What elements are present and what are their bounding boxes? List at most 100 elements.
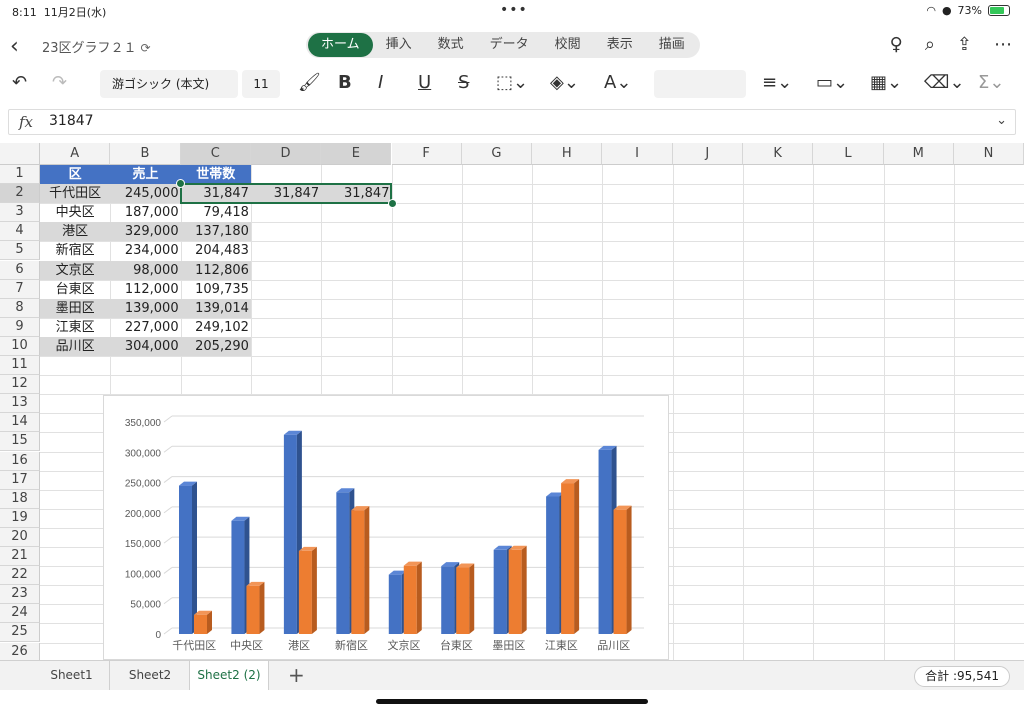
column-header-I[interactable]: I (602, 143, 673, 165)
tab-2[interactable]: 数式 (425, 33, 477, 57)
row-header-5[interactable]: 5 (0, 241, 40, 261)
redo-icon[interactable]: ↷ (52, 72, 67, 93)
chevron-down-icon[interactable]: ⌄ (996, 113, 1007, 128)
formula-value[interactable]: 31847 (49, 113, 94, 129)
row-header-3[interactable]: 3 (0, 203, 40, 223)
tab-6[interactable]: 描画 (646, 33, 698, 57)
row-header-4[interactable]: 4 (0, 222, 40, 242)
cell-B7[interactable]: 112,000 (110, 280, 180, 299)
cell-B1[interactable]: 売上 (110, 165, 181, 184)
more-icon[interactable]: ⋯ (994, 34, 1012, 55)
row-header-15[interactable]: 15 (0, 432, 40, 452)
row-header-8[interactable]: 8 (0, 298, 40, 318)
cell-B6[interactable]: 98,000 (110, 260, 181, 280)
row-header-1[interactable]: 1 (0, 165, 40, 185)
column-header-D[interactable]: D (250, 143, 322, 165)
tab-3[interactable]: データ (477, 33, 542, 57)
row-header-20[interactable]: 20 (0, 527, 40, 547)
eraser-icon[interactable]: ⌫⌄ (924, 72, 965, 93)
table-grid-icon[interactable]: ▦⌄ (870, 72, 902, 93)
column-header-A[interactable]: A (40, 143, 111, 165)
column-header-N[interactable]: N (953, 143, 1024, 165)
cell-A8[interactable]: 墨田区 (40, 298, 111, 318)
back-chevron-icon[interactable]: ‹ (10, 34, 19, 59)
multitask-dots[interactable]: ••• (500, 2, 528, 18)
row-header-10[interactable]: 10 (0, 336, 40, 356)
fill-color-icon[interactable]: ◈⌄ (550, 72, 579, 93)
cell-A9[interactable]: 江東区 (40, 318, 110, 337)
cell-C3[interactable]: 79,418 (181, 203, 251, 222)
row-header-19[interactable]: 19 (0, 508, 40, 528)
row-header-12[interactable]: 12 (0, 375, 40, 395)
home-indicator[interactable] (376, 699, 648, 704)
column-header-M[interactable]: M (883, 143, 954, 165)
number-format-icon[interactable]: ▭⌄ (816, 72, 848, 93)
cell-A4[interactable]: 港区 (40, 222, 111, 242)
row-header-25[interactable]: 25 (0, 623, 40, 643)
row-header-16[interactable]: 16 (0, 451, 40, 471)
row-header-11[interactable]: 11 (0, 356, 40, 376)
share-icon[interactable]: ⇪ (957, 34, 972, 55)
column-header-E[interactable]: E (321, 143, 392, 165)
cell-A1[interactable]: 区 (40, 165, 111, 184)
column-header-J[interactable]: J (672, 143, 743, 165)
chart[interactable]: 0 50,000 100,000 150,000 200,000 250,000 300,0… (103, 395, 669, 660)
tab-1[interactable]: 挿入 (373, 33, 425, 57)
bold-icon[interactable]: B (338, 72, 352, 93)
selection-handle-start[interactable] (175, 179, 185, 189)
cell-C5[interactable]: 204,483 (181, 241, 251, 260)
row-header-26[interactable]: 26 (0, 642, 40, 660)
cell-A6[interactable]: 文京区 (40, 260, 111, 280)
summary-badge[interactable]: 合計 :95,541 (914, 666, 1010, 687)
cell-A3[interactable]: 中央区 (40, 203, 110, 222)
cell-B8[interactable]: 139,000 (110, 298, 181, 318)
underline-icon[interactable]: U (418, 72, 431, 93)
format-painter-icon[interactable]: 🖌 (298, 72, 321, 93)
row-header-7[interactable]: 7 (0, 279, 40, 299)
formula-bar[interactable]: fx 31847 ⌄ (8, 109, 1016, 135)
cell-A5[interactable]: 新宿区 (40, 241, 110, 260)
cell-C7[interactable]: 109,735 (181, 280, 251, 299)
font-size-box[interactable]: 11 (242, 70, 280, 98)
strikethrough-icon[interactable]: S (458, 72, 469, 93)
cell-B9[interactable]: 227,000 (110, 318, 180, 337)
column-header-B[interactable]: B (110, 143, 181, 165)
row-header-13[interactable]: 13 (0, 394, 40, 414)
italic-icon[interactable]: I (378, 72, 383, 93)
lightbulb-icon[interactable]: ♀ (890, 34, 903, 55)
search-icon[interactable]: ⌕ (925, 34, 935, 55)
add-sheet-icon[interactable]: + (288, 663, 305, 687)
undo-icon[interactable]: ↶ (12, 72, 27, 93)
row-header-14[interactable]: 14 (0, 413, 40, 433)
column-header-K[interactable]: K (743, 143, 814, 165)
cell-A10[interactable]: 品川区 (40, 336, 111, 356)
row-header-24[interactable]: 24 (0, 604, 40, 624)
border-icon[interactable]: ⬚⌄ (496, 72, 528, 93)
sheet-tab-0[interactable]: Sheet1 (34, 661, 110, 690)
row-header-21[interactable]: 21 (0, 547, 40, 567)
column-header-H[interactable]: H (532, 143, 603, 165)
cell-B2[interactable]: 245,000 (110, 184, 181, 204)
cell-C9[interactable]: 249,102 (181, 318, 251, 337)
column-header-L[interactable]: L (813, 143, 884, 165)
file-name[interactable]: 23区グラフ２１ ⟳ (42, 37, 151, 56)
cell-B5[interactable]: 234,000 (110, 241, 180, 260)
sheet-tab-2[interactable]: Sheet2 (2) (190, 661, 269, 690)
row-header-18[interactable]: 18 (0, 489, 40, 509)
column-header-F[interactable]: F (391, 143, 462, 165)
cell-C6[interactable]: 112,806 (180, 260, 251, 280)
cell-C8[interactable]: 139,014 (180, 298, 251, 318)
tab-0[interactable]: ホーム (308, 33, 373, 57)
selection-handle-end[interactable] (387, 199, 397, 209)
tab-5[interactable]: 表示 (594, 33, 646, 57)
selection-range[interactable] (179, 183, 393, 205)
row-header-22[interactable]: 22 (0, 566, 40, 586)
select-all-corner[interactable] (0, 143, 40, 165)
row-header-23[interactable]: 23 (0, 585, 40, 605)
row-header-17[interactable]: 17 (0, 470, 40, 490)
cell-C1[interactable]: 世帯数 (180, 165, 251, 184)
cell-A7[interactable]: 台東区 (40, 280, 110, 299)
cell-B4[interactable]: 329,000 (110, 222, 181, 242)
column-header-G[interactable]: G (461, 143, 533, 165)
font-color-icon[interactable]: A⌄ (604, 72, 631, 93)
